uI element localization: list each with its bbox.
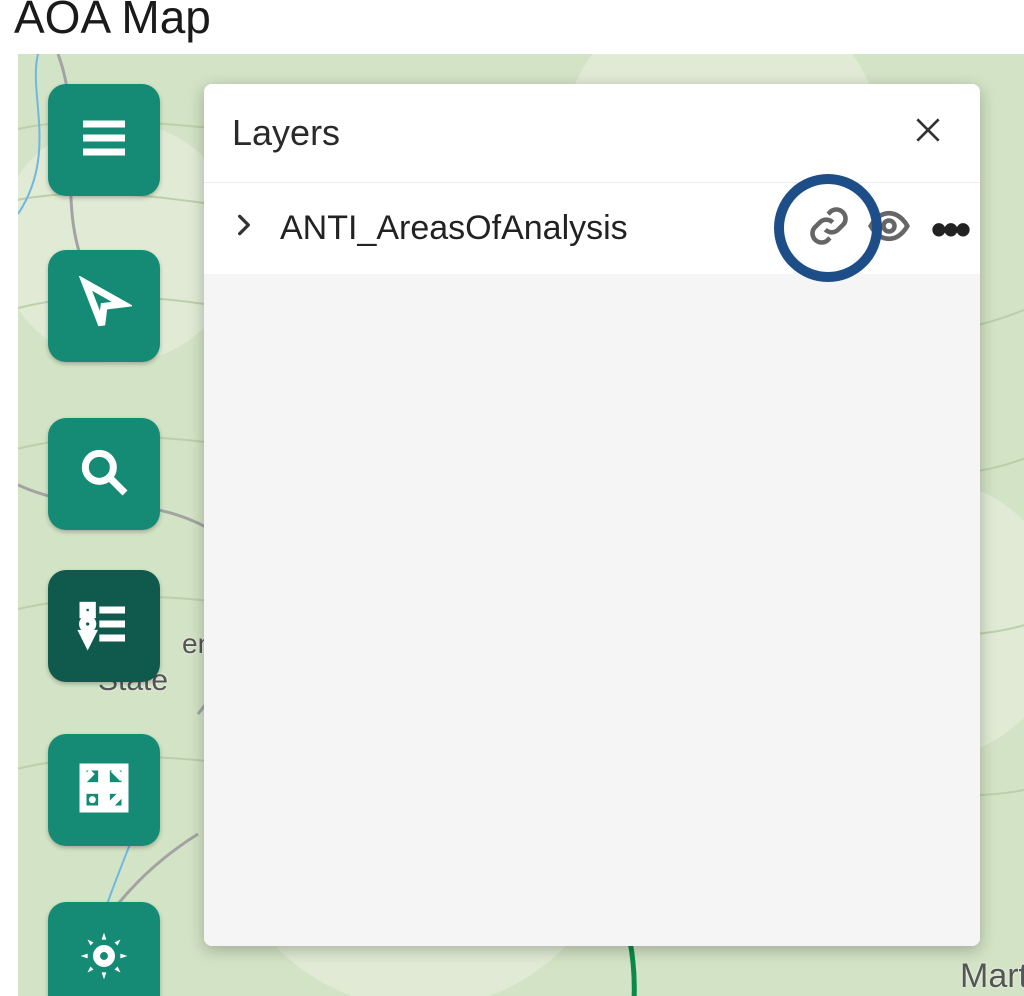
settings-button[interactable]: [48, 902, 160, 996]
legend-icon: [76, 596, 132, 657]
select-tool-button[interactable]: [48, 250, 160, 362]
hamburger-icon: [76, 110, 132, 171]
page-title: AOA Map: [14, 0, 211, 44]
eye-icon: [867, 204, 911, 253]
chevron-right-icon: [231, 207, 257, 251]
basemap-gallery-icon: [76, 760, 132, 821]
menu-button[interactable]: [48, 84, 160, 196]
layer-more-actions-button[interactable]: •••: [924, 204, 974, 254]
panel-header: Layers: [204, 84, 980, 182]
search-button[interactable]: [48, 418, 160, 530]
visibility-toggle-button[interactable]: [864, 204, 914, 254]
panel-body: ANTI_AreasOfAnalysis •••: [204, 182, 980, 946]
panel-title: Layers: [232, 112, 340, 154]
map-canvas[interactable]: en State Mart Layers: [18, 54, 1024, 996]
search-icon: [76, 444, 132, 505]
layer-name-label: ANTI_AreasOfAnalysis: [280, 209, 628, 248]
ellipsis-icon: •••: [931, 202, 967, 256]
link-icon: [807, 204, 851, 253]
layers-button[interactable]: [48, 570, 160, 682]
map-place-label: Mart: [960, 957, 1024, 996]
basemap-button[interactable]: [48, 734, 160, 846]
popup-toggle-button[interactable]: [804, 204, 854, 254]
close-button[interactable]: [904, 109, 952, 157]
cursor-icon: [76, 276, 132, 337]
gear-icon: [76, 928, 132, 989]
close-icon: [912, 111, 944, 155]
layers-panel: Layers ANTI_AreasOfAnalysis: [204, 84, 980, 946]
layer-row[interactable]: ANTI_AreasOfAnalysis •••: [204, 182, 980, 274]
expand-toggle[interactable]: [224, 207, 264, 251]
